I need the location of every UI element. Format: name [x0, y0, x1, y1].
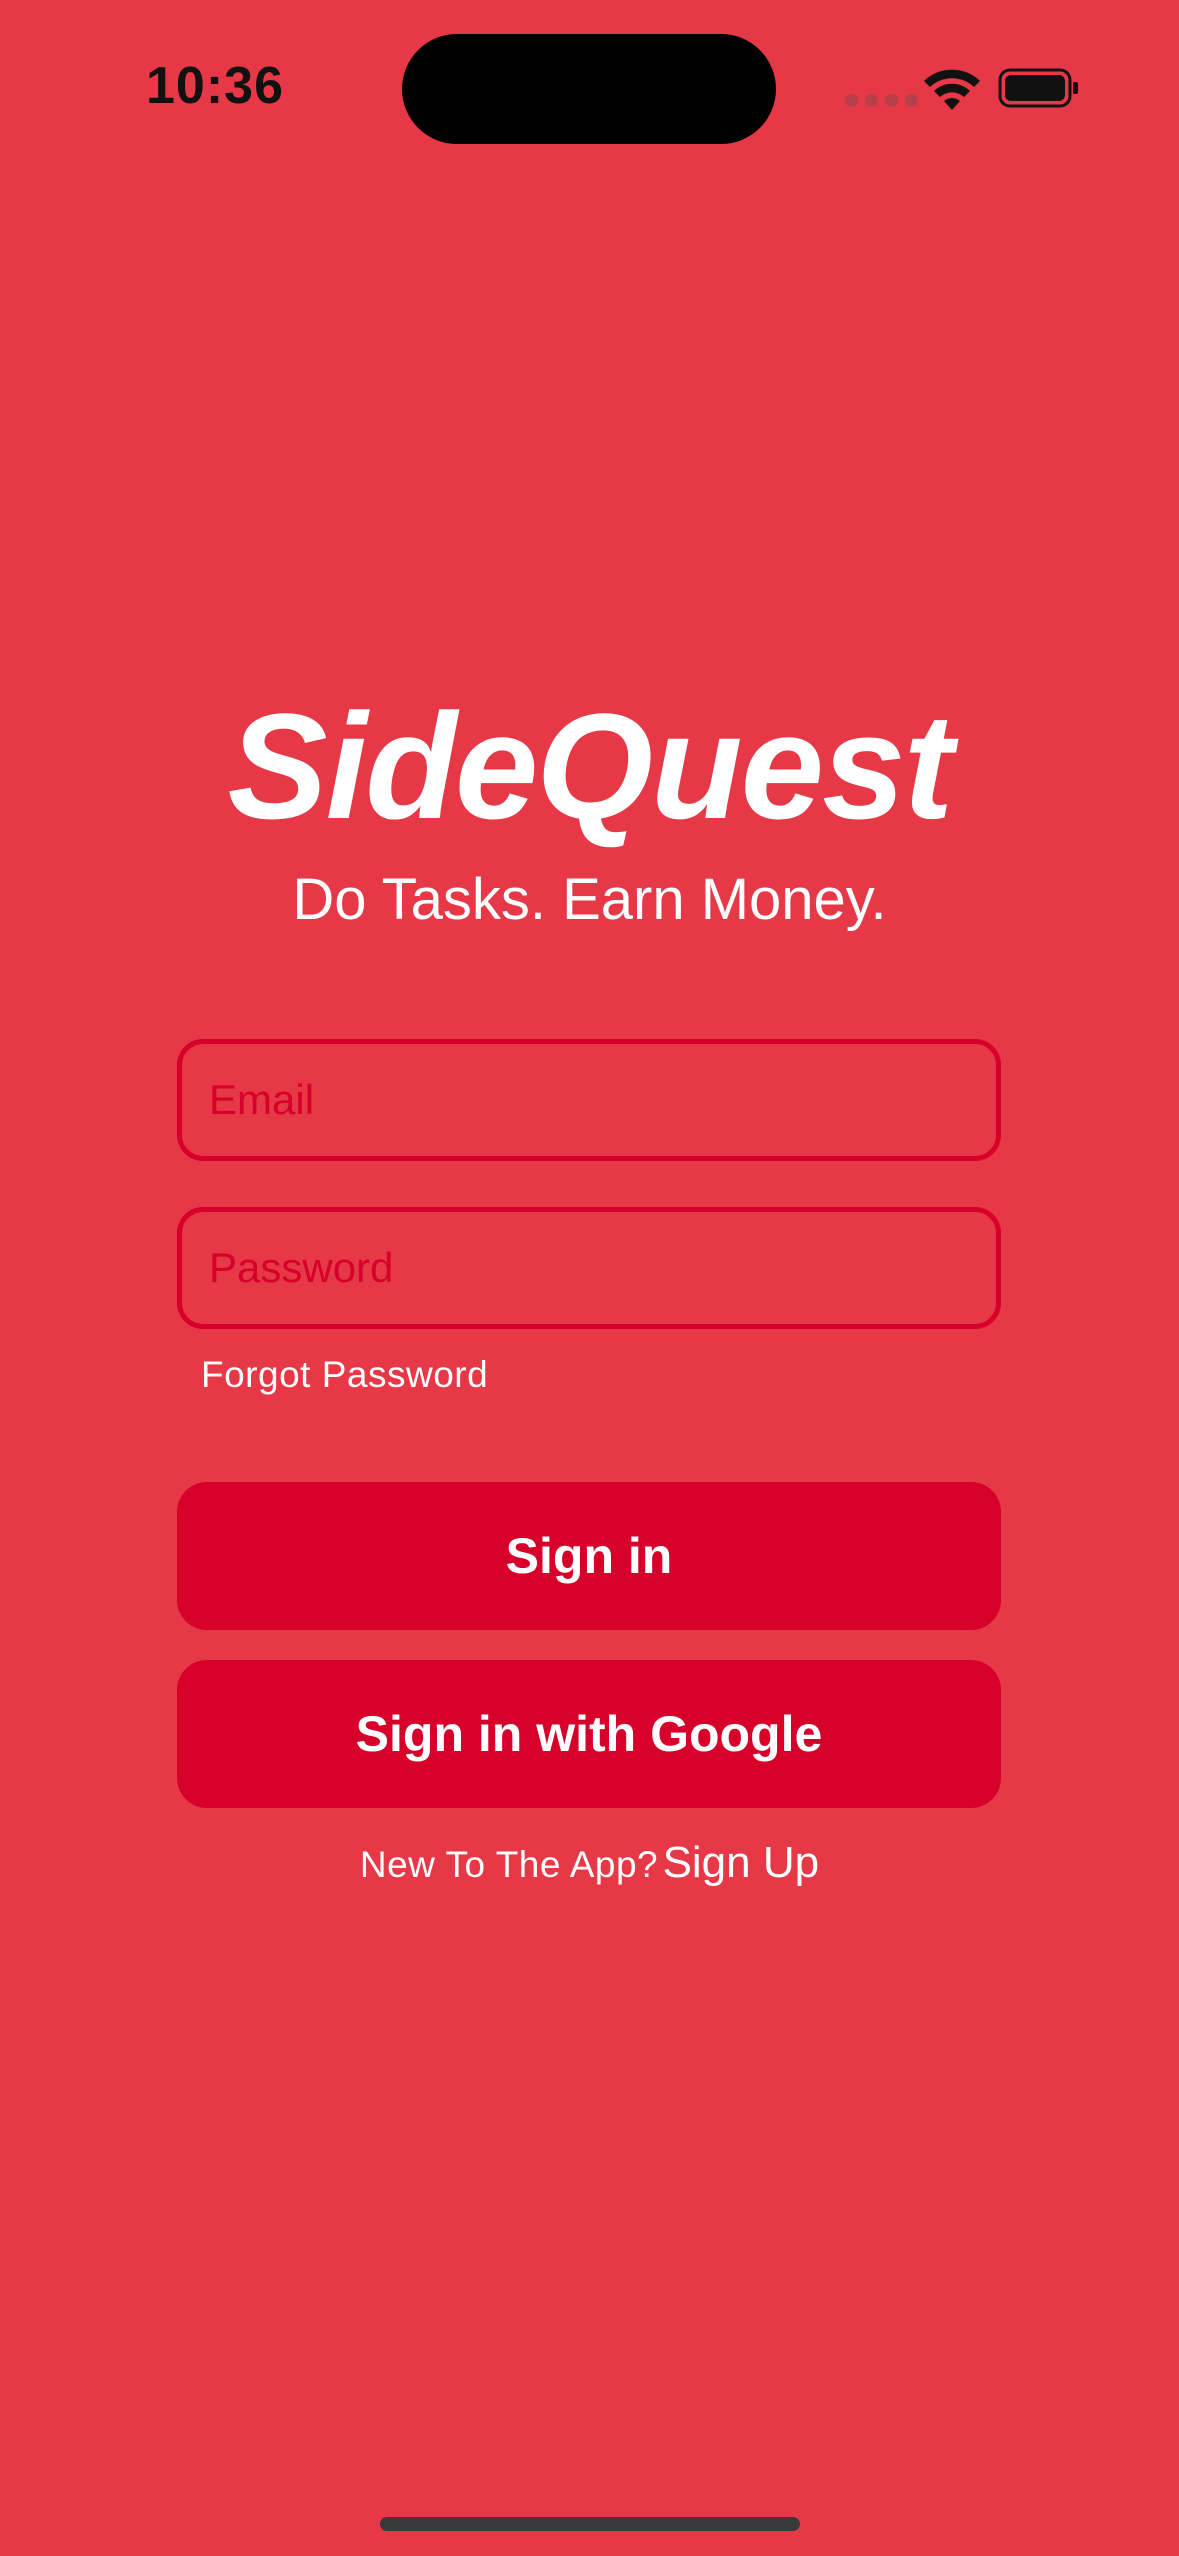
app-tagline: Do Tasks. Earn Money. [292, 867, 887, 932]
forgot-password-link[interactable]: Forgot Password [201, 1354, 488, 1396]
app-title: SideQuest [227, 682, 954, 850]
battery-icon [998, 68, 1078, 108]
sign-up-link[interactable]: Sign Up [663, 1838, 820, 1887]
sign-in-button[interactable]: Sign in [177, 1482, 1001, 1630]
google-sign-in-button[interactable]: Sign in with Google [177, 1660, 1001, 1808]
cellular-signal-icon [845, 94, 918, 107]
email-input[interactable] [177, 1039, 1001, 1161]
dynamic-island [402, 34, 776, 144]
signup-prompt: New To The App? [359, 1844, 659, 1885]
signup-row: New To The App? Sign Up [0, 1838, 1179, 1888]
home-indicator[interactable] [380, 2517, 800, 2531]
wifi-icon [924, 69, 980, 110]
status-time: 10:36 [146, 57, 284, 115]
password-input[interactable] [177, 1207, 1001, 1329]
